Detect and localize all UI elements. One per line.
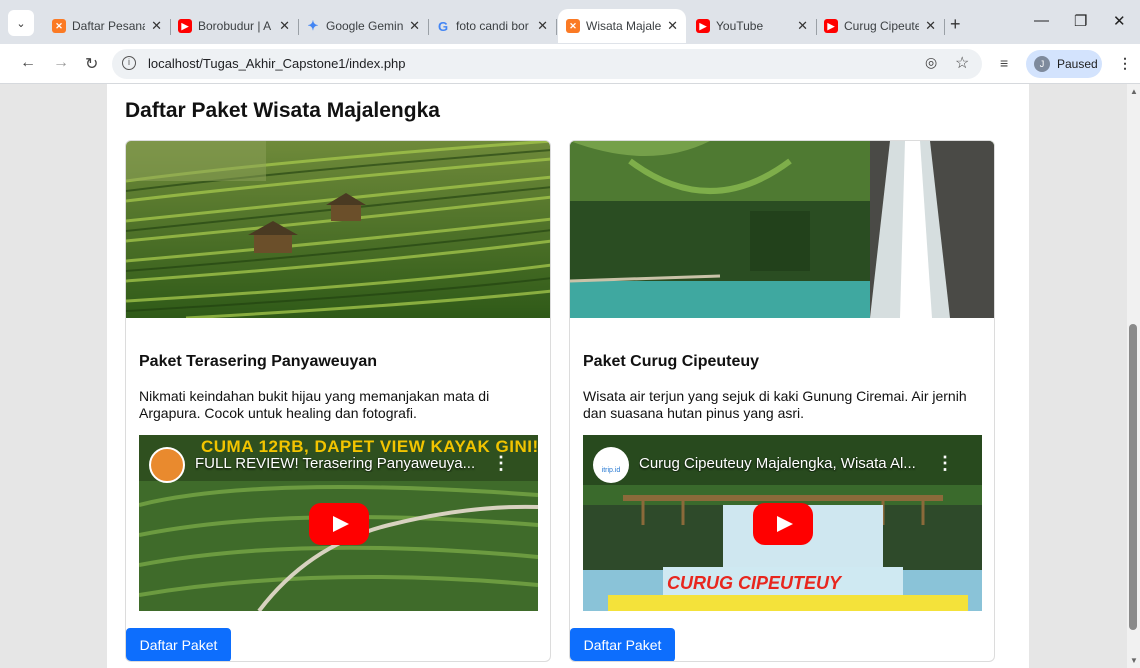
tab-youtube[interactable]: ▶ YouTube ✕ <box>688 9 817 43</box>
video-overlay-text: CUMA 12RB, DAPET VIEW KAYAK GINI! <box>201 437 538 456</box>
video-overlay-text: CURUG CIPEUTEUY <box>667 573 842 593</box>
package-description: Nikmati keindahan bukit hijau yang meman… <box>139 388 490 421</box>
profile-label: Paused <box>1057 57 1098 71</box>
main-container: Daftar Paket Wisata Majalengka Paket Ter… <box>107 84 1029 668</box>
chevron-down-icon: ⌄ <box>16 17 26 30</box>
close-icon[interactable]: ✕ <box>409 18 420 34</box>
restore-icon[interactable]: ❐ <box>1074 12 1087 30</box>
tab-search-button[interactable]: ⌄ <box>8 10 34 36</box>
youtube-embed[interactable]: CUMA 12RB, DAPET VIEW KAYAK GINI! FULL R… <box>139 435 538 611</box>
channel-label: itrip.id <box>601 467 621 474</box>
page-viewport: Daftar Paket Wisata Majalengka Paket Ter… <box>0 84 1127 668</box>
youtube-icon: ▶ <box>696 19 710 33</box>
menu-kebab-icon[interactable]: ⋮ <box>1118 55 1132 72</box>
address-bar[interactable]: i localhost/Tugas_Akhir_Capstone1/index.… <box>112 49 982 79</box>
waterfall-photo <box>570 141 994 318</box>
video-menu-icon[interactable]: ⋮ <box>492 453 510 474</box>
page-title: Daftar Paket Wisata Majalengka <box>125 99 440 122</box>
site-info-icon[interactable]: i <box>122 56 136 70</box>
youtube-embed[interactable]: CURUG CIPEUTEUY itrip.id Curug Cipeuteuy… <box>583 435 982 611</box>
tab-foto-candi[interactable]: G foto candi bor ✕ <box>428 9 557 43</box>
daftar-paket-button[interactable]: Daftar Paket <box>126 628 231 661</box>
channel-avatar[interactable]: itrip.id <box>593 447 629 483</box>
profile-button[interactable]: J Paused <box>1026 50 1102 78</box>
gemini-icon: ✦ <box>307 18 319 33</box>
close-icon[interactable]: ✕ <box>797 18 808 34</box>
window-close-icon[interactable]: ✕ <box>1113 12 1126 30</box>
back-icon[interactable]: ← <box>20 54 36 72</box>
tab-strip: ⌄ ✕ Daftar Pesanan ✕ ▶ Borobudur | A ✕ ✦… <box>0 0 1140 44</box>
tab-wisata-majalengka[interactable]: ✕ Wisata Majale ✕ <box>558 9 686 43</box>
tab-google-gemini[interactable]: ✦ Google Gemini ✕ <box>298 9 429 43</box>
url-text[interactable]: localhost/Tugas_Akhir_Capstone1/index.ph… <box>148 56 406 71</box>
play-button-icon[interactable] <box>309 503 369 545</box>
close-icon[interactable]: ✕ <box>279 18 290 34</box>
minimize-icon[interactable]: — <box>1034 12 1049 29</box>
daftar-paket-button[interactable]: Daftar Paket <box>570 628 675 661</box>
xampp-icon: ✕ <box>566 19 580 33</box>
xampp-icon: ✕ <box>52 19 66 33</box>
close-icon[interactable]: ✕ <box>925 18 936 34</box>
forward-icon[interactable]: → <box>53 54 69 72</box>
package-name: Paket Terasering Panyaweuyan <box>139 353 378 370</box>
package-name: Paket Curug Cipeuteuy <box>583 353 760 370</box>
google-icon: G <box>437 18 449 34</box>
bookmark-star-icon[interactable]: ☆ <box>955 53 969 73</box>
youtube-icon: ▶ <box>178 19 192 33</box>
video-title[interactable]: FULL REVIEW! Terasering Panyaweuya... <box>195 455 495 472</box>
scroll-down-icon[interactable]: ▼ <box>1130 656 1138 665</box>
package-description: Wisata air terjun yang sejuk di kaki Gun… <box>583 388 967 421</box>
scrollbar-thumb[interactable] <box>1129 324 1137 630</box>
reading-list-icon[interactable]: ≡ <box>1000 55 1008 71</box>
package-card-curug: Paket Curug Cipeuteuy Wisata air terjun … <box>569 140 995 662</box>
tab-curug-cipeuteuy[interactable]: ▶ Curug Cipeute ✕ <box>816 9 945 43</box>
eye-off-icon[interactable]: ◎ <box>925 54 937 71</box>
page-scrollbar[interactable]: ▲ ▼ <box>1127 84 1140 668</box>
tab-daftar-pesanan[interactable]: ✕ Daftar Pesanan ✕ <box>44 9 171 43</box>
close-icon[interactable]: ✕ <box>151 18 162 34</box>
video-menu-icon[interactable]: ⋮ <box>936 453 954 474</box>
tab-borobudur[interactable]: ▶ Borobudur | A ✕ <box>170 9 299 43</box>
new-tab-icon[interactable]: + <box>950 14 961 35</box>
terasering-photo <box>126 141 550 318</box>
browser-toolbar: ← → ↻ i localhost/Tugas_Akhir_Capstone1/… <box>0 44 1140 84</box>
reload-icon[interactable]: ↻ <box>85 54 98 74</box>
close-icon[interactable]: ✕ <box>667 18 678 34</box>
channel-avatar[interactable] <box>149 447 185 483</box>
scroll-up-icon[interactable]: ▲ <box>1130 87 1138 96</box>
video-title[interactable]: Curug Cipeuteuy Majalengka, Wisata Al... <box>639 455 939 472</box>
youtube-icon: ▶ <box>824 19 838 33</box>
avatar: J <box>1034 56 1050 72</box>
play-button-icon[interactable] <box>753 503 813 545</box>
package-card-terasering: Paket Terasering Panyaweuyan Nikmati kei… <box>125 140 551 662</box>
close-icon[interactable]: ✕ <box>537 18 548 34</box>
